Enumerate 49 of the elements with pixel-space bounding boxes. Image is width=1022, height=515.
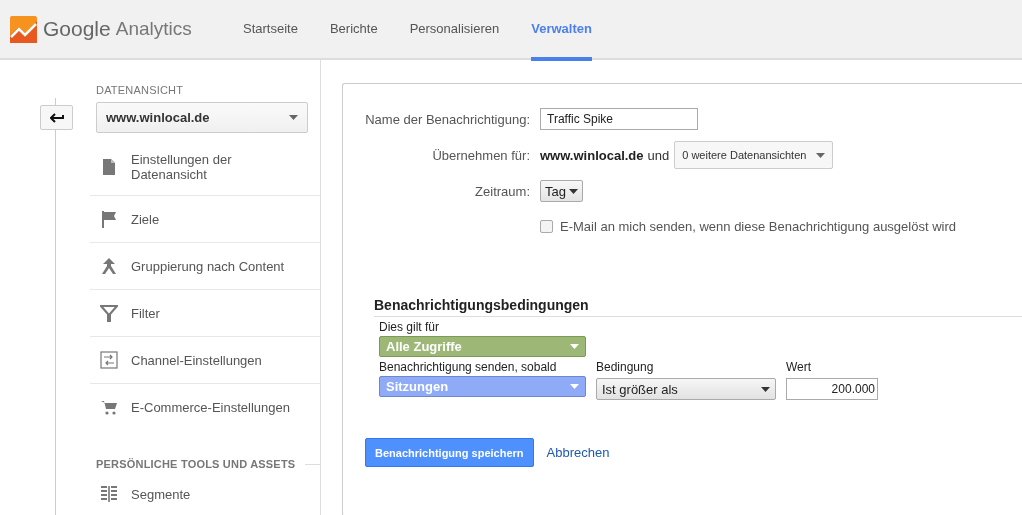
caret-icon	[289, 115, 298, 120]
cancel-link[interactable]: Abbrechen	[546, 445, 610, 460]
period-dropdown[interactable]: Tag	[540, 180, 583, 202]
field-label: Benachrichtigung senden, sobald	[379, 360, 558, 374]
caret-icon	[816, 152, 826, 158]
sidebar-item-label[interactable]: Filter	[131, 305, 160, 321]
sidebar-item-label[interactable]: Einstellungen der Datenansicht	[131, 152, 301, 182]
flag-icon	[100, 210, 118, 228]
section-label: PERSÖNLICHE TOOLS UND ASSETS	[96, 458, 296, 470]
condition-dropdown[interactable]: Ist größer als	[596, 378, 776, 400]
field-label: Wert	[786, 360, 813, 374]
logo-product-text: Analytics	[115, 18, 192, 40]
nav-tab[interactable]: Berichte	[329, 0, 378, 61]
view-dropdown[interactable]: www.winlocal.de	[96, 102, 308, 133]
field-label: Name der Benachrichtigung:	[364, 111, 531, 127]
back-button[interactable]	[40, 105, 73, 130]
checkbox-label: E-Mail an mich senden, wenn diese Benachrichtigung ausgelöst wird	[560, 219, 956, 234]
merge-arrow-icon	[100, 257, 118, 275]
views-dropdown[interactable]: 0 weitere Datenansichten	[674, 141, 834, 169]
analytics-logo-icon	[10, 15, 37, 43]
field-label: Dies gilt für	[379, 320, 441, 334]
section-label: DATENANSICHT	[96, 84, 185, 96]
cart-icon	[100, 398, 118, 416]
sidebar-item-label[interactable]: E-Commerce-Einstellungen	[131, 399, 290, 415]
channel-arrows-icon	[100, 351, 118, 369]
nav-tab[interactable]: Startseite	[243, 0, 298, 61]
sidebar-item-label[interactable]: Channel-Einstellungen	[131, 352, 262, 368]
name-field[interactable]: Traffic Spike	[540, 108, 698, 130]
conjunction-text: und	[647, 147, 670, 163]
caret-icon	[568, 188, 578, 194]
caret-icon	[570, 344, 579, 349]
funnel-icon	[100, 304, 118, 322]
nav-tab[interactable]: Personalisieren	[409, 0, 500, 61]
field-label: Bedingung	[596, 360, 655, 374]
back-arrow-icon	[49, 112, 64, 123]
site-name: www.winlocal.de	[540, 147, 644, 163]
caret-icon	[570, 384, 579, 389]
section-title: Benachrichtigungsbedingungen	[374, 297, 1022, 317]
field-label: Übernehmen für:	[431, 147, 531, 163]
value-field[interactable]: 200.000	[786, 378, 878, 400]
logo-brand-text: Google	[43, 17, 111, 41]
sidebar-item-label[interactable]: Gruppierung nach Content	[131, 258, 285, 274]
sidebar-item-label[interactable]: Segmente	[131, 486, 191, 502]
document-icon	[100, 158, 118, 176]
caret-icon	[761, 386, 770, 392]
email-checkbox[interactable]	[540, 220, 553, 233]
field-label: Zeitraum:	[474, 183, 531, 199]
sidebar-item-label[interactable]: Ziele	[131, 211, 160, 227]
segments-icon	[100, 485, 118, 503]
